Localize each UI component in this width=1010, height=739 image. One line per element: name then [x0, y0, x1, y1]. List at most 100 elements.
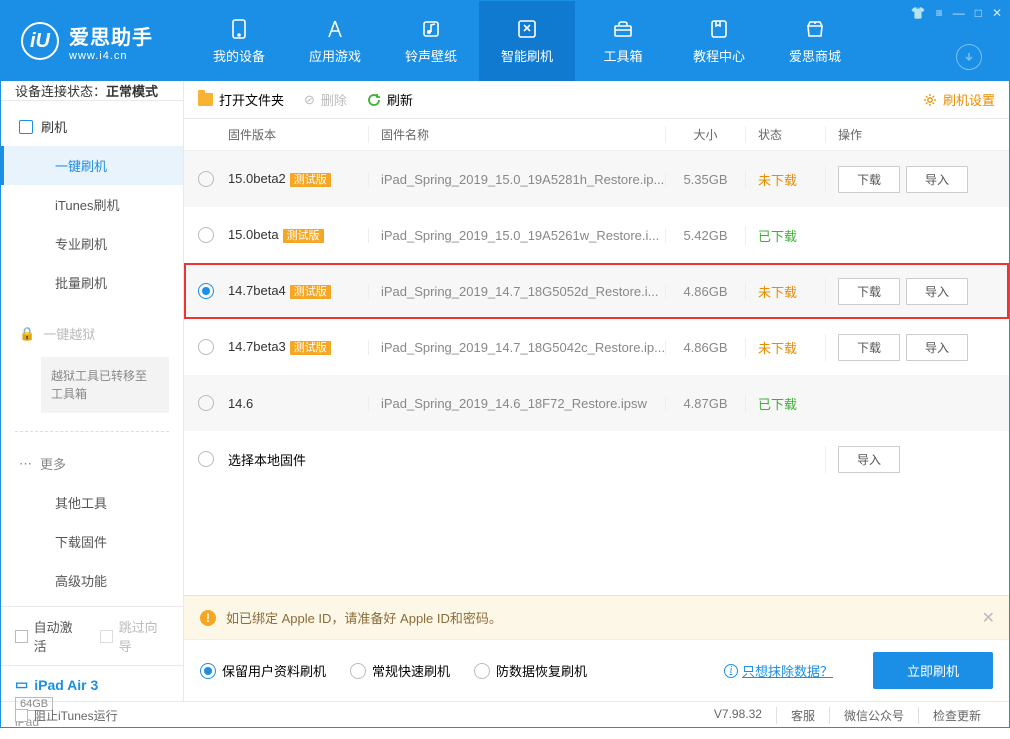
- notice-close-icon[interactable]: ✕: [982, 608, 995, 628]
- nav-flash[interactable]: 智能刷机: [479, 1, 575, 81]
- flash-actions: 保留用户资料刷机 常规快速刷机 防数据恢复刷机 i只想抹除数据？ 立即刷机: [184, 639, 1009, 701]
- nav-ringtone[interactable]: 铃声壁纸: [383, 1, 479, 81]
- lock-icon: 🔒: [19, 326, 35, 342]
- sidebar: 设备连接状态：正常模式 刷机 一键刷机iTunes刷机专业刷机批量刷机 🔒 一键…: [1, 81, 184, 701]
- col-size: 大小: [665, 126, 745, 143]
- flash-option-fast[interactable]: 常规快速刷机: [350, 661, 450, 680]
- connection-status: 设备连接状态：正常模式: [1, 81, 183, 101]
- row-radio[interactable]: [198, 395, 214, 411]
- store-icon: [804, 18, 826, 40]
- download-indicator-icon[interactable]: [956, 44, 982, 70]
- flash-icon: [516, 18, 538, 40]
- window-controls: 👕 ≡ — □ ✕: [911, 6, 1002, 20]
- check-update-link[interactable]: 检查更新: [918, 707, 995, 724]
- col-ops: 操作: [825, 126, 995, 143]
- brand-url: www.i4.cn: [69, 50, 153, 62]
- sidebar-more-item-1[interactable]: 下载固件: [1, 522, 183, 561]
- wechat-link[interactable]: 微信公众号: [829, 707, 918, 724]
- version-label: V7.98.32: [714, 707, 776, 724]
- apple-id-notice: ! 如已绑定 Apple ID，请准备好 Apple ID和密码。 ✕: [184, 595, 1009, 639]
- flash-option-recover[interactable]: 防数据恢复刷机: [474, 661, 587, 680]
- firmware-row[interactable]: 14.7beta4测试版iPad_Spring_2019_14.7_18G505…: [184, 263, 1009, 319]
- download-button[interactable]: 下载: [838, 278, 900, 305]
- refresh-icon: [367, 93, 381, 107]
- firmware-row[interactable]: 15.0beta2测试版iPad_Spring_2019_15.0_19A528…: [184, 151, 1009, 207]
- logo-icon: iU: [21, 22, 59, 60]
- minimize-icon[interactable]: —: [953, 6, 965, 20]
- sidebar-section-flash[interactable]: 刷机: [1, 107, 183, 146]
- block-itunes-checkbox[interactable]: [15, 709, 28, 722]
- nav-tutorial[interactable]: 教程中心: [671, 1, 767, 81]
- logo: iU 爱思助手 www.i4.cn: [1, 1, 191, 81]
- toolbox-icon: [612, 18, 634, 40]
- info-icon: i: [724, 664, 738, 678]
- flash-option-keep[interactable]: 保留用户资料刷机: [200, 661, 326, 680]
- row-radio[interactable]: [198, 171, 214, 187]
- gear-icon: [923, 93, 937, 107]
- device-icon: [228, 18, 250, 40]
- firmware-row[interactable]: 15.0beta测试版iPad_Spring_2019_15.0_19A5261…: [184, 207, 1009, 263]
- brand-name: 爱思助手: [69, 21, 153, 50]
- sidebar-item-3[interactable]: 批量刷机: [1, 263, 183, 302]
- flash-settings-button[interactable]: 刷机设置: [923, 90, 995, 109]
- nav-apps[interactable]: 应用游戏: [287, 1, 383, 81]
- nav-device[interactable]: 我的设备: [191, 1, 287, 81]
- tutorial-icon: [708, 18, 730, 40]
- row-radio[interactable]: [198, 339, 214, 355]
- option-radio[interactable]: [200, 663, 216, 679]
- apps-icon: [324, 18, 346, 40]
- flash-now-button[interactable]: 立即刷机: [873, 652, 993, 689]
- nav-toolbox[interactable]: 工具箱: [575, 1, 671, 81]
- nav-tabs: 我的设备应用游戏铃声壁纸智能刷机工具箱教程中心爱思商城: [191, 1, 1009, 81]
- tablet-icon: ▭: [15, 676, 28, 693]
- open-folder-button[interactable]: 打开文件夹: [198, 90, 284, 109]
- col-name: 固件名称: [368, 126, 665, 143]
- erase-data-link[interactable]: i只想抹除数据？: [724, 661, 833, 680]
- col-status: 状态: [745, 126, 825, 143]
- service-link[interactable]: 客服: [776, 707, 829, 724]
- titlebar: iU 爱思助手 www.i4.cn 我的设备应用游戏铃声壁纸智能刷机工具箱教程中…: [1, 1, 1009, 81]
- row-radio[interactable]: [198, 451, 214, 467]
- toolbar: 打开文件夹 ⊘ 删除 刷新 刷机设置: [184, 81, 1009, 119]
- option-radio[interactable]: [474, 663, 490, 679]
- delete-icon: ⊘: [304, 92, 315, 108]
- menu-icon[interactable]: ≡: [936, 6, 943, 20]
- import-button[interactable]: 导入: [906, 334, 968, 361]
- device-name[interactable]: ▭ iPad Air 3: [15, 676, 169, 693]
- close-icon[interactable]: ✕: [992, 6, 1002, 20]
- folder-icon: [198, 93, 213, 106]
- refresh-button[interactable]: 刷新: [367, 90, 413, 109]
- main-panel: 打开文件夹 ⊘ 删除 刷新 刷机设置 固件版本 固件名称 大小 状态 操作: [184, 81, 1009, 701]
- option-radio[interactable]: [350, 663, 366, 679]
- firmware-rows: 15.0beta2测试版iPad_Spring_2019_15.0_19A528…: [184, 151, 1009, 487]
- row-radio[interactable]: [198, 283, 214, 299]
- col-version: 固件版本: [228, 126, 368, 143]
- nav-store[interactable]: 爱思商城: [767, 1, 863, 81]
- auto-activate-row: 自动激活 跳过向导: [1, 607, 183, 665]
- sidebar-more-item-2[interactable]: 高级功能: [1, 561, 183, 600]
- warning-icon: !: [200, 610, 216, 626]
- maximize-icon[interactable]: □: [975, 6, 982, 20]
- sidebar-section-jailbreak: 🔒 一键越狱: [1, 314, 183, 353]
- download-button[interactable]: 下载: [838, 166, 900, 193]
- shirt-icon[interactable]: 👕: [911, 6, 926, 20]
- sidebar-section-more[interactable]: ⋯ 更多: [1, 444, 183, 483]
- local-firmware-row[interactable]: 选择本地固件导入: [184, 431, 1009, 487]
- firmware-row[interactable]: 14.7beta3测试版iPad_Spring_2019_14.7_18G504…: [184, 319, 1009, 375]
- auto-activate-checkbox[interactable]: [15, 630, 28, 643]
- skip-guide-checkbox[interactable]: [100, 630, 113, 643]
- import-button[interactable]: 导入: [906, 278, 968, 305]
- import-button[interactable]: 导入: [906, 166, 968, 193]
- row-radio[interactable]: [198, 227, 214, 243]
- sidebar-item-1[interactable]: iTunes刷机: [1, 185, 183, 224]
- delete-button[interactable]: ⊘ 删除: [304, 90, 347, 109]
- table-header: 固件版本 固件名称 大小 状态 操作: [184, 119, 1009, 151]
- download-button[interactable]: 下载: [838, 334, 900, 361]
- sidebar-item-0[interactable]: 一键刷机: [1, 146, 183, 185]
- sidebar-item-2[interactable]: 专业刷机: [1, 224, 183, 263]
- firmware-row[interactable]: 14.6iPad_Spring_2019_14.6_18F72_Restore.…: [184, 375, 1009, 431]
- sidebar-more-item-0[interactable]: 其他工具: [1, 483, 183, 522]
- jailbreak-note: 越狱工具已转移至工具箱: [41, 357, 169, 413]
- more-icon: ⋯: [19, 456, 32, 472]
- import-button[interactable]: 导入: [838, 446, 900, 473]
